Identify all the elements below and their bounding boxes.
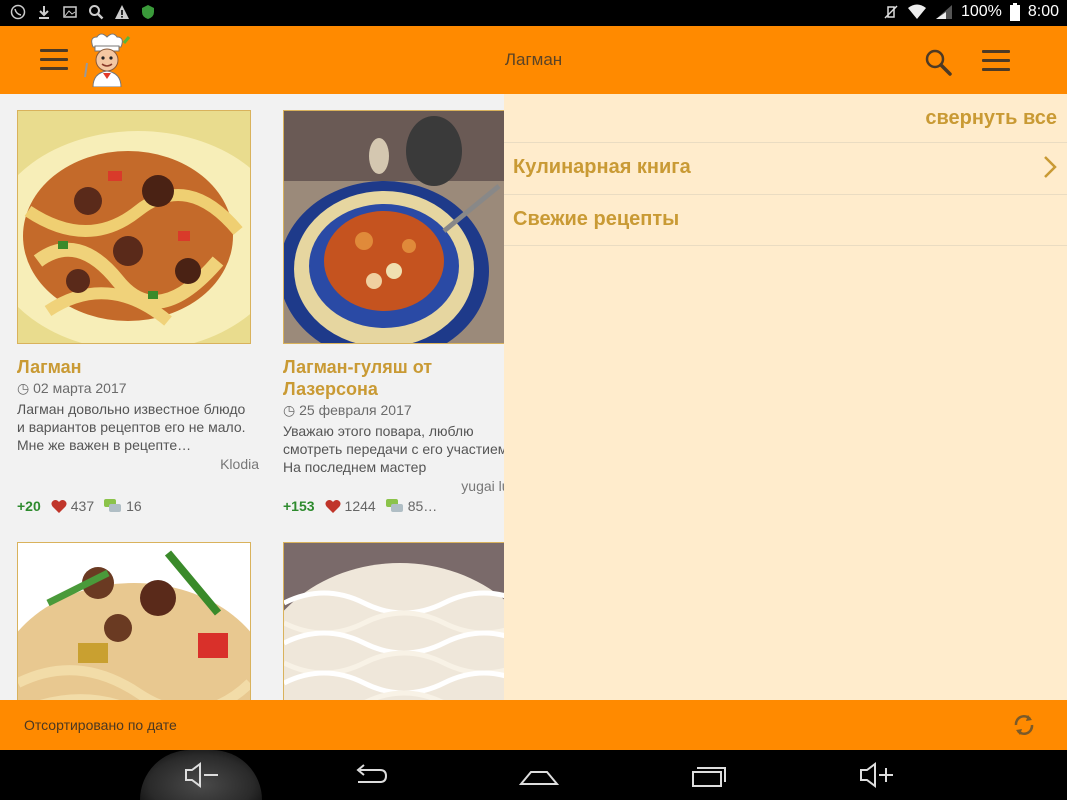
app-bar: Лагман [0,26,1067,94]
wifi-icon [907,4,926,19]
status-bar: 100% 8:00 [0,0,1067,26]
recipe-title[interactable]: Лагман [17,356,251,378]
volume-down-icon[interactable] [182,760,222,790]
warning-icon [115,5,129,19]
lagman-noodles-image [18,543,250,700]
download-icon [39,6,49,19]
battery-percent: 100% [960,3,1002,20]
likes-count: 437 [70,498,95,514]
recipe-image[interactable] [283,542,504,700]
panel-item-label: Кулинарная книга [513,156,691,178]
recent-apps-icon[interactable] [689,760,729,790]
comments-icon [104,499,122,512]
rating: +153 [283,498,315,514]
recipe-date-text: 02 марта 2017 [33,380,127,396]
collapse-all-button[interactable]: свернуть все [925,107,1057,130]
system-nav-bar [0,750,1067,800]
recipe-stats: +153 1244 85… [283,498,437,514]
comments-count: 16 [126,498,142,514]
boiled-noodles-image [284,543,504,700]
recipe-date-text: 25 февраля 2017 [299,402,412,418]
clock-icon: ◷ [283,402,296,418]
comments-icon [385,499,403,512]
search-notification-icon [89,5,104,20]
recipe-stats: +20 437 16 [17,498,142,514]
recipe-card[interactable] [283,542,504,700]
panel-item-cookbook[interactable]: Кулинарная книга [504,142,1067,194]
battery-icon [1009,3,1020,21]
recipe-card[interactable]: Лагман-гуляш от Лазерсона ◷ 25 февраля 2… [283,110,504,494]
panel-item-fresh-recipes[interactable]: Свежие рецепты [504,194,1067,246]
recipe-date: ◷ 25 февраля 2017 [283,402,504,419]
recipe-card[interactable] [17,542,251,700]
refresh-icon[interactable] [1010,711,1038,739]
recipe-description: Лагман довольно известное блюдо и вариан… [17,401,246,453]
system-status: 100% 8:00 [883,3,1059,21]
sort-label[interactable]: Отсортировано по дате [24,717,177,733]
sort-bar: Отсортировано по дате [0,700,1067,750]
panel-item-label: Свежие рецепты [513,208,680,230]
heart-icon [51,499,67,513]
recipe-date: ◷ 02 марта 2017 [17,380,251,397]
clock-icon: ◷ [17,380,30,396]
shield-icon [142,5,154,19]
signal-icon [935,5,952,19]
recipe-card[interactable]: Лагман ◷ 02 марта 2017 Лагман довольно и… [17,110,259,472]
image-icon [63,6,77,18]
heart-icon [325,499,341,513]
comments[interactable]: 16 [104,498,142,514]
recipe-description: Уважаю этого повара, люблю смотреть пере… [283,423,504,475]
recipe-image[interactable] [17,542,251,700]
comments-count: 85… [407,498,438,514]
panel-divider [504,245,1067,246]
viber-icon [10,4,26,20]
likes-count: 1244 [344,498,376,514]
recipe-image[interactable] [17,110,251,344]
volume-up-icon[interactable] [857,760,897,790]
notification-icons [10,4,156,20]
chevron-right-icon [1044,156,1057,178]
page-title: Лагман [504,50,563,69]
likes[interactable]: 1244 [325,498,376,514]
lagman-goulash-image [284,111,504,343]
category-panel: свернуть все Кулинарная книга Свежие рец… [504,94,1067,700]
home-icon[interactable] [519,760,559,790]
likes[interactable]: 437 [51,498,94,514]
search-button[interactable] [924,48,952,76]
recipe-author[interactable]: yugai ludmila [283,478,504,494]
recipe-list: Лагман ◷ 02 марта 2017 Лагман довольно и… [0,94,504,700]
recipe-image[interactable] [283,110,504,344]
overflow-menu-button[interactable] [982,50,1010,72]
vibrate-off-icon [884,5,898,19]
comments[interactable]: 85… [385,498,438,514]
clock: 8:00 [1027,3,1059,20]
recipe-title[interactable]: Лагман-гуляш от Лазерсона [283,356,483,400]
back-icon[interactable] [350,760,390,790]
rating: +20 [17,498,41,514]
recipe-author[interactable]: Klodia [17,456,259,472]
lagman-plate-image [18,111,250,343]
